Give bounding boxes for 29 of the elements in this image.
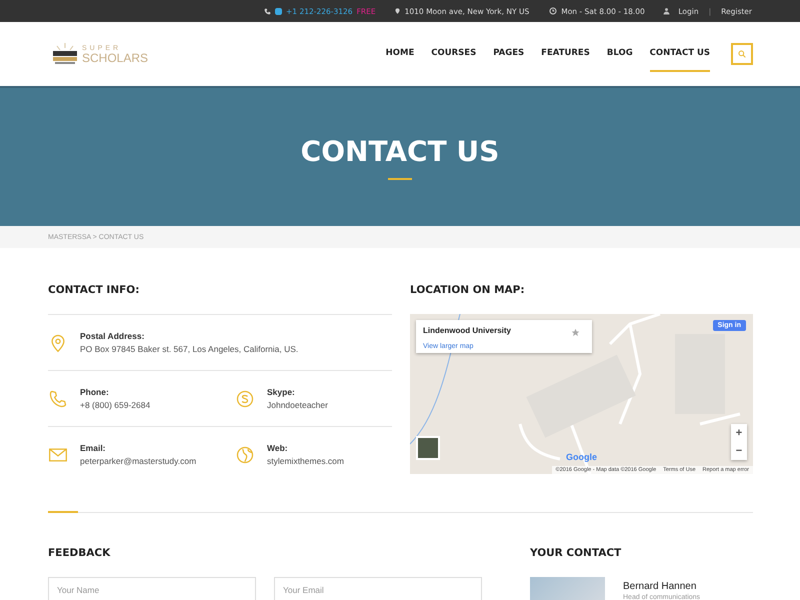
page-title: CONTACT US xyxy=(300,134,500,168)
nav-link[interactable]: HOME xyxy=(386,36,414,72)
contact-label: Email: xyxy=(80,443,107,453)
place-name: Lindenwood University xyxy=(423,326,512,335)
section-heading: FEEDBACK xyxy=(48,547,112,559)
nav-link[interactable]: BLOG xyxy=(606,36,633,72)
input-field[interactable]: Your Name xyxy=(48,577,256,600)
zoom-out-button[interactable]: − xyxy=(731,442,747,460)
nav-link[interactable]: PAGES xyxy=(493,36,524,72)
contact-label: Skype: xyxy=(267,387,296,397)
nav-link[interactable]: FEATURES xyxy=(541,36,590,72)
contact-label: Phone: xyxy=(80,387,110,397)
nav-link[interactable]: CONTACT US xyxy=(650,36,710,72)
zoom-in-button[interactable]: + xyxy=(731,424,747,442)
contact-label: Postal Address: xyxy=(80,331,146,341)
contact-value: +8 (800) 659-2684 xyxy=(80,400,150,410)
contact-value: peterparker@masterstudy.com xyxy=(80,456,196,466)
contact-value: PO Box 97845 Baker st. 567, Los Angeles, California, US. xyxy=(80,344,298,354)
contact-name: Bernard Hannen xyxy=(623,581,698,592)
section-heading: LOCATION ON MAP: xyxy=(410,284,526,296)
section-heading: YOUR CONTACT xyxy=(530,547,622,559)
contact-value: stylemixthemes.com xyxy=(267,456,344,466)
section-heading: CONTACT INFO: xyxy=(48,284,140,296)
map-logo: Google xyxy=(566,452,597,462)
logo-text: SCHOLARS xyxy=(82,52,148,64)
contact-value: Johndoeteacher xyxy=(267,400,328,410)
contact-label: Web: xyxy=(267,443,289,453)
input-field[interactable]: Your Email xyxy=(274,577,482,600)
nav-link[interactable]: COURSES xyxy=(431,36,476,72)
